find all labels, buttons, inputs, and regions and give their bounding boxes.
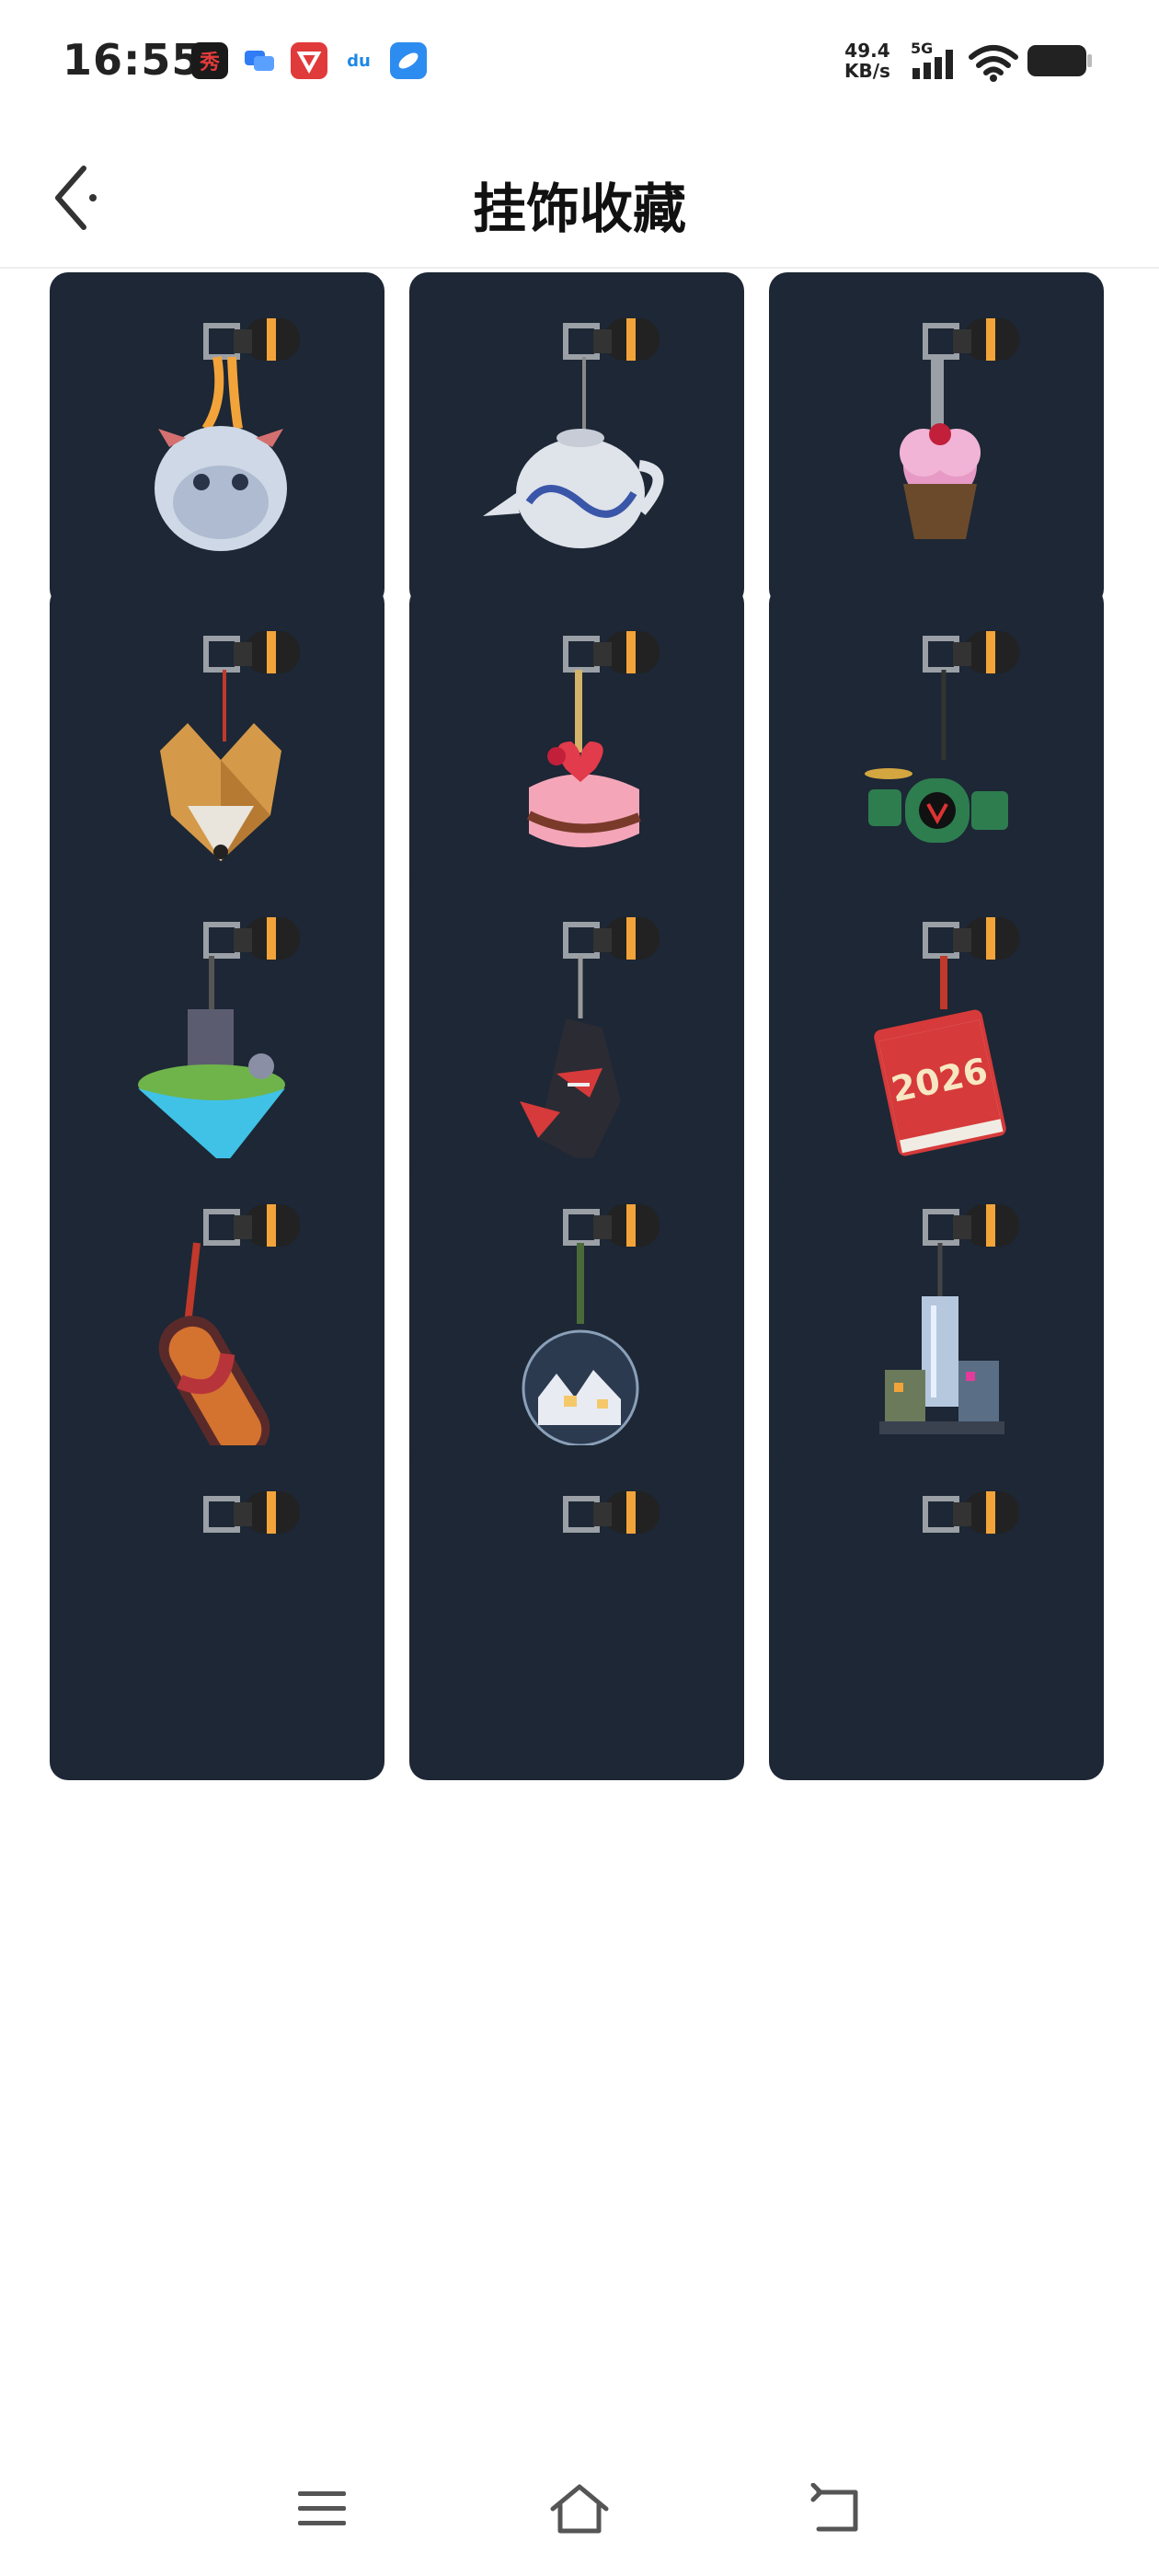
charm-thumbnail[interactable] [769, 1158, 1104, 1493]
status-time: 16:55 [63, 35, 202, 85]
charm-card[interactable] [50, 1445, 384, 1780]
charm-thumbnail[interactable] [769, 1445, 1104, 1780]
charm-thumbnail[interactable] [409, 272, 744, 607]
charm-thumbnail[interactable] [50, 585, 384, 920]
charm-partial-icon [203, 1491, 300, 1534]
charm-cake-icon [526, 631, 660, 847]
charm-slipper-icon [158, 1204, 300, 1461]
clip-hook-icon [203, 1204, 300, 1247]
charm-thumbnail[interactable] [409, 585, 744, 920]
clip-hook-icon [923, 917, 1019, 960]
clip-hook-icon [203, 917, 300, 960]
charm-thumbnail[interactable] [50, 1445, 384, 1780]
charm-card[interactable] [769, 1445, 1104, 1780]
nav-back-button[interactable] [800, 2477, 874, 2541]
back-icon [810, 2483, 858, 2532]
clip-hook-icon [203, 318, 300, 361]
charm-thumbnail[interactable] [409, 871, 744, 1206]
chat-app-icon [241, 42, 278, 79]
clip-hook-icon [923, 318, 1019, 361]
clip-hook-icon [923, 1204, 1019, 1247]
charm-partial-icon [923, 1491, 1019, 1534]
system-nav-bar [0, 2440, 1159, 2576]
charm-island-icon [138, 917, 300, 1166]
signal-icon: 5G [911, 40, 962, 81]
charm-thumbnail[interactable]: 2026 [769, 871, 1104, 1206]
clip-hook-icon [203, 631, 300, 673]
vpn-app-icon [291, 42, 327, 79]
clip-hook-icon [203, 1491, 300, 1534]
charm-drums-icon [865, 631, 1019, 843]
charm-city-icon [879, 1204, 1019, 1434]
battery-icon [1027, 44, 1093, 77]
clip-hook-icon [563, 917, 660, 960]
charm-card[interactable] [409, 1445, 744, 1780]
clip-hook-icon [923, 631, 1019, 673]
charm-calendar-icon: 2026 [874, 917, 1019, 1156]
top-app-bar: 挂饰收藏 [0, 129, 1159, 269]
network-speed: 49.4 KB/s [844, 40, 890, 82]
charm-poro-icon [155, 318, 300, 551]
charm-fox-icon [160, 631, 300, 861]
clip-hook-icon [923, 1491, 1019, 1534]
charm-snowglobe-icon [522, 1204, 660, 1447]
charm-thumbnail[interactable] [769, 272, 1104, 607]
page-title: 挂饰收藏 [472, 178, 686, 240]
clip-hook-icon [563, 1204, 660, 1247]
status-bar: 16:55 秀 du 49.4 KB/s 5G [0, 0, 1159, 129]
svg-text:5G: 5G [911, 40, 933, 57]
charm-partial-icon [563, 1491, 660, 1534]
charm-shark-icon [520, 917, 660, 1166]
charm-cupcake-icon [900, 318, 1019, 539]
grid-row [50, 1445, 1104, 1780]
blue-app-icon [390, 42, 427, 79]
home-icon [550, 2484, 609, 2534]
du-app-icon: du [340, 42, 377, 79]
clip-hook-icon [563, 1491, 660, 1534]
charm-teapot-icon [483, 318, 664, 548]
notification-icons: 秀 du [191, 42, 427, 79]
collection-grid: 《双城之战》魄罗挂饰2026-03-24 22:…匠心瓷绘 挂饰2026-03-… [0, 269, 1159, 2440]
charm-thumbnail[interactable] [769, 585, 1104, 920]
charm-thumbnail[interactable] [50, 272, 384, 607]
charm-thumbnail[interactable] [409, 1445, 744, 1780]
home-button[interactable] [543, 2477, 616, 2541]
charm-thumbnail[interactable] [50, 871, 384, 1206]
app-red-icon: 秀 [191, 42, 228, 79]
menu-icon [298, 2491, 346, 2525]
charm-thumbnail[interactable] [409, 1158, 744, 1493]
wifi-icon [968, 42, 1019, 83]
charm-thumbnail[interactable] [50, 1158, 384, 1493]
clip-hook-icon [563, 631, 660, 673]
clip-hook-icon [563, 318, 660, 361]
menu-button[interactable] [285, 2477, 359, 2541]
